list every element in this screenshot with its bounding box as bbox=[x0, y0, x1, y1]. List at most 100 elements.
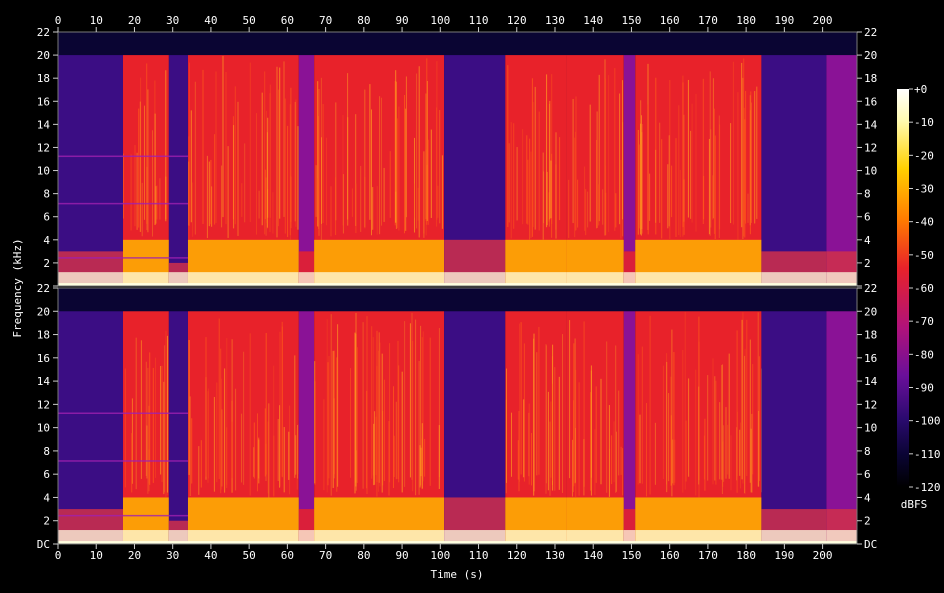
colorbar-tick-label: -30 bbox=[914, 183, 934, 196]
y-tick-label-right: 4 bbox=[864, 491, 871, 504]
transient-streak bbox=[423, 151, 425, 238]
transient-streak bbox=[678, 105, 680, 236]
x-tick-label-bottom: 50 bbox=[243, 549, 256, 562]
transient-streak bbox=[608, 405, 610, 497]
spectrogram-panel-1 bbox=[57, 31, 858, 287]
y-tick-label-left: 20 bbox=[37, 305, 50, 318]
y-tick-label-right: 12 bbox=[864, 398, 877, 411]
transient-streak bbox=[542, 152, 544, 240]
x-tick-label-top: 150 bbox=[622, 14, 642, 27]
y-tick-label-right: 10 bbox=[864, 422, 877, 435]
transient-streak bbox=[730, 435, 732, 491]
transient-streak bbox=[641, 132, 643, 230]
transient-streak bbox=[297, 126, 299, 230]
transient-streak bbox=[373, 423, 375, 486]
transient-streak bbox=[749, 339, 751, 483]
transient-streak bbox=[531, 78, 533, 237]
colorbar-tick-label: -90 bbox=[914, 382, 934, 395]
transient-streak bbox=[351, 188, 353, 217]
y-tick-label-right: 18 bbox=[864, 72, 877, 85]
transient-streak bbox=[355, 183, 357, 234]
transient-streak bbox=[619, 93, 621, 225]
transient-streak bbox=[389, 151, 391, 218]
transient-streak bbox=[323, 399, 325, 491]
transient-streak bbox=[294, 101, 296, 222]
transient-streak bbox=[206, 155, 208, 239]
transient-streak bbox=[608, 75, 610, 232]
harmonic-line bbox=[58, 155, 188, 158]
transient-streak bbox=[412, 340, 414, 492]
colorbar-tick-label: -70 bbox=[914, 315, 934, 328]
transient-streak bbox=[562, 334, 563, 493]
transient-streak bbox=[526, 135, 528, 224]
transient-streak bbox=[518, 410, 520, 492]
x-tick-label-top: 140 bbox=[583, 14, 603, 27]
transient-streak bbox=[397, 340, 399, 479]
transient-streak bbox=[618, 390, 620, 476]
transient-streak bbox=[371, 326, 373, 479]
y-tick-label-right: 14 bbox=[864, 118, 878, 131]
transient-streak bbox=[723, 425, 725, 482]
transient-streak bbox=[231, 421, 233, 479]
transient-streak bbox=[221, 165, 223, 228]
transient-streak bbox=[383, 379, 385, 481]
transient-streak bbox=[639, 144, 641, 229]
colorbar-tick-label: -20 bbox=[914, 149, 934, 162]
x-tick-label-bottom: 40 bbox=[204, 549, 217, 562]
transient-streak bbox=[558, 376, 560, 490]
transient-streak bbox=[671, 165, 673, 218]
transient-streak bbox=[215, 71, 217, 224]
x-tick-label-bottom: 20 bbox=[128, 549, 141, 562]
colorbar-tick-label: -10 bbox=[914, 116, 934, 129]
transient-streak bbox=[620, 446, 622, 475]
x-tick-label-bottom: 190 bbox=[774, 549, 794, 562]
transient-streak bbox=[218, 318, 220, 479]
transient-streak bbox=[758, 356, 760, 482]
transient-streak bbox=[124, 368, 126, 488]
x-tick-label-bottom: 120 bbox=[507, 549, 527, 562]
colorbar-tick-label: -40 bbox=[914, 216, 934, 229]
transient-streak bbox=[682, 350, 684, 493]
x-tick-label-top: 190 bbox=[774, 14, 794, 27]
y-tick-label-left: 20 bbox=[37, 49, 50, 62]
y-tick-label-right: 20 bbox=[864, 49, 877, 62]
transient-streak bbox=[585, 189, 587, 236]
transient-streak bbox=[546, 74, 548, 228]
x-tick-label-bottom: 100 bbox=[430, 549, 450, 562]
harmonic-line bbox=[58, 257, 188, 259]
transient-streak bbox=[256, 113, 257, 235]
transient-streak bbox=[719, 402, 721, 480]
y-tick-label-left: 18 bbox=[37, 72, 50, 85]
transient-streak bbox=[233, 125, 235, 229]
colorbar-tick-label: -120 bbox=[914, 481, 941, 494]
x-tick-label-top: 170 bbox=[698, 14, 718, 27]
transient-streak bbox=[614, 68, 616, 231]
transient-streak bbox=[317, 178, 319, 221]
x-tick-label-top: 60 bbox=[281, 14, 294, 27]
transient-streak bbox=[522, 129, 524, 225]
transient-streak bbox=[742, 312, 744, 484]
transient-streak bbox=[668, 393, 670, 482]
x-tick-label-top: 90 bbox=[395, 14, 408, 27]
transient-streak bbox=[146, 63, 148, 224]
transient-streak bbox=[418, 66, 420, 238]
transient-streak bbox=[139, 101, 141, 232]
x-tick-label-top: 30 bbox=[166, 14, 179, 27]
transient-streak bbox=[294, 355, 296, 478]
transient-streak bbox=[704, 418, 706, 491]
transient-streak bbox=[737, 92, 739, 240]
x-tick-label-bottom: 110 bbox=[469, 549, 489, 562]
transient-streak bbox=[736, 330, 738, 493]
transient-streak bbox=[661, 139, 663, 239]
transient-streak bbox=[531, 433, 532, 486]
transient-streak bbox=[698, 386, 700, 485]
transient-streak bbox=[714, 135, 716, 239]
transient-streak bbox=[241, 413, 243, 483]
transient-streak bbox=[267, 117, 269, 218]
transient-streak bbox=[357, 347, 358, 484]
transient-streak bbox=[222, 55, 224, 218]
transient-streak bbox=[682, 82, 684, 228]
transient-streak bbox=[529, 138, 531, 240]
transient-streak bbox=[278, 89, 279, 227]
transient-streak bbox=[422, 331, 424, 482]
